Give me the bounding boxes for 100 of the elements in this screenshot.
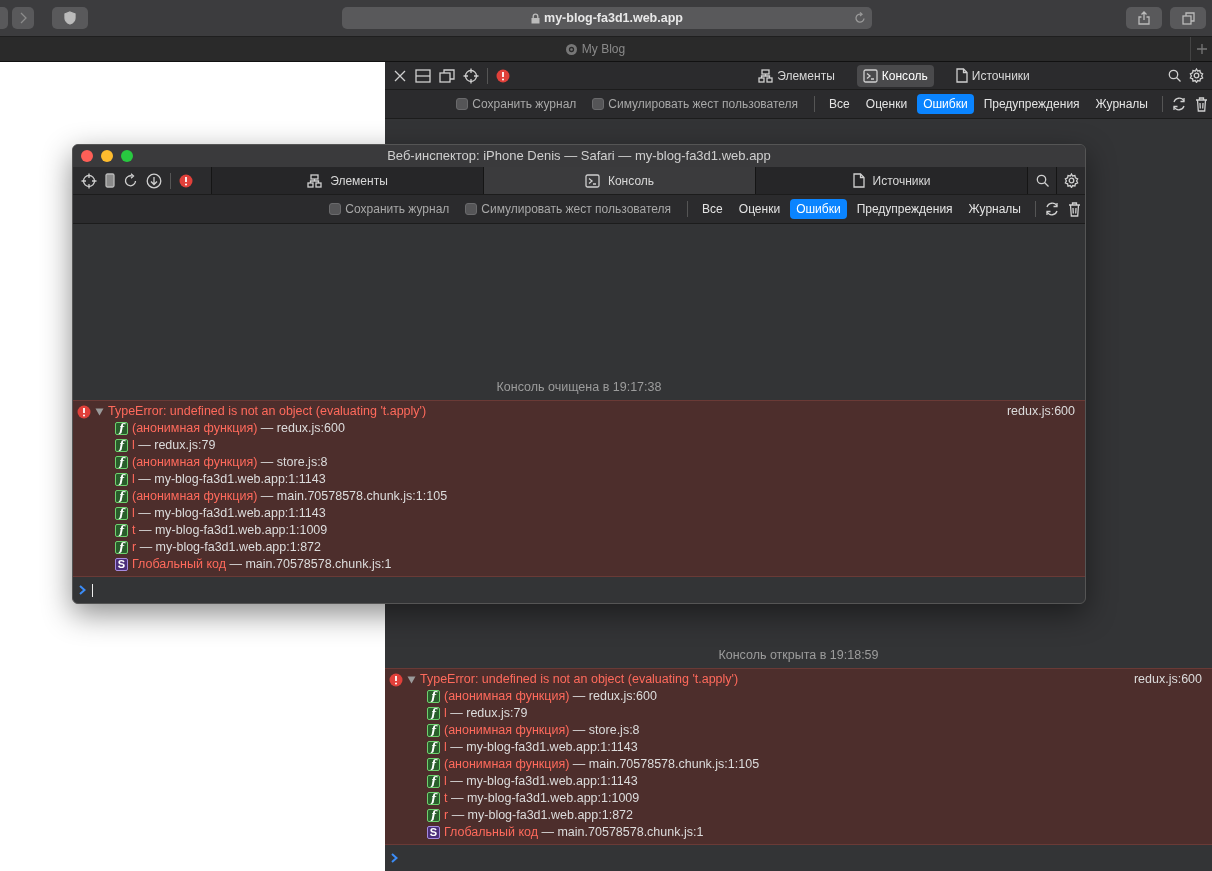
error-text: TypeError: undefined is not an object (evaluating 't.apply') [420, 671, 740, 689]
zoom-window-button[interactable] [121, 150, 133, 162]
plus-icon [1196, 44, 1207, 54]
crosshair-icon[interactable] [81, 172, 97, 189]
error-icon [389, 672, 403, 687]
refresh-icon[interactable] [1044, 201, 1060, 217]
crosshair-icon[interactable] [463, 67, 479, 84]
phone-icon[interactable] [105, 173, 115, 188]
window-title: Веб-инспектор: iPhone Denis — Safari — my-blog-fa3d1.web.app [387, 147, 771, 166]
frame-type-badge: f [115, 422, 128, 435]
stack-frame[interactable]: (анонимная функция) — store.js:8 [132, 453, 328, 472]
error-icon[interactable] [496, 68, 510, 83]
inspector-tab[interactable]: Элементы [211, 167, 483, 194]
search-icon[interactable] [1168, 69, 1181, 82]
frame-type-badge: f [115, 490, 128, 503]
stack-frame[interactable]: t — my-blog-fa3d1.web.app:1:1009 [444, 789, 640, 808]
inspector-tab[interactable]: Источники [949, 64, 1036, 87]
checkbox[interactable] [329, 203, 342, 215]
frame-type-badge: f [115, 439, 128, 452]
stack-frame[interactable]: (анонимная функция) — redux.js:600 [132, 419, 345, 438]
trash-icon[interactable] [1068, 201, 1081, 217]
tree-icon [758, 68, 774, 83]
stack-frame[interactable]: l — my-blog-fa3d1.web.app:1:1143 [444, 738, 638, 757]
stack-frame[interactable]: (анонимная функция) — main.70578578.chunk.js:1:105 [444, 755, 760, 774]
filter-button[interactable]: Оценки [859, 94, 914, 114]
frame-type-badge: S [115, 558, 128, 571]
dock-bottom-icon[interactable] [415, 68, 431, 83]
checkbox[interactable] [592, 98, 605, 110]
prompt-chevron-icon [391, 853, 398, 863]
share-button[interactable] [1126, 7, 1162, 29]
error-text: TypeError: undefined is not an object (evaluating 't.apply') [108, 403, 428, 421]
filter-button[interactable]: Все [823, 94, 856, 114]
stack-frame[interactable]: Глобальный код — main.70578578.chunk.js:1 [444, 823, 704, 842]
sidebar-button[interactable] [52, 7, 88, 29]
inspector-tab[interactable]: Источники [755, 167, 1027, 194]
disclosure-toggle[interactable] [95, 407, 104, 416]
disclosure-toggle[interactable] [407, 675, 416, 684]
stack-frame[interactable]: (анонимная функция) — main.70578578.chunk.js:1:105 [132, 487, 448, 506]
close-window-button[interactable] [81, 150, 93, 162]
console-notice: Консоль очищена в 19:17:38 [495, 379, 663, 397]
stack-frame[interactable]: l — my-blog-fa3d1.web.app:1:1143 [444, 772, 638, 791]
frame-type-badge: f [427, 724, 440, 737]
frame-type-badge: f [427, 741, 440, 754]
frame-type-badge: f [115, 473, 128, 486]
tabs-overview-button[interactable] [1170, 7, 1206, 29]
inspector-tab[interactable]: Консоль [856, 64, 934, 87]
download-icon[interactable] [146, 172, 162, 189]
stack-frame[interactable]: l — my-blog-fa3d1.web.app:1:1143 [132, 470, 326, 489]
frame-type-badge: f [115, 541, 128, 554]
inspector-tab[interactable]: Элементы [752, 64, 841, 87]
stack-frame[interactable]: l — redux.js:79 [132, 436, 216, 455]
filter-button[interactable]: Оценки [732, 199, 787, 219]
frame-type-badge: f [115, 524, 128, 537]
source-link[interactable]: redux.js:600 [1133, 670, 1202, 689]
checkbox-label: Сохранить журнал [345, 201, 450, 218]
error-icon[interactable] [179, 173, 193, 188]
stack-frame[interactable]: t — my-blog-fa3d1.web.app:1:1009 [132, 521, 328, 540]
filter-button[interactable]: Журналы [962, 199, 1027, 219]
search-icon[interactable] [1035, 174, 1049, 187]
text-cursor [92, 583, 93, 597]
frame-type-badge: f [427, 775, 440, 788]
shield-icon [64, 11, 76, 25]
trash-icon[interactable] [1195, 96, 1208, 112]
document-icon [852, 173, 865, 188]
address-bar[interactable]: my-blog-fa3d1.web.app [342, 7, 872, 29]
filter-button[interactable]: Ошибки [790, 199, 847, 219]
minimize-window-button[interactable] [101, 150, 113, 162]
source-link[interactable]: redux.js:600 [1006, 402, 1075, 421]
settings-icon[interactable] [1063, 173, 1079, 188]
console-notice: Консоль открыта в 19:18:59 [717, 647, 880, 665]
terminal-icon [862, 68, 878, 83]
frame-type-badge: f [427, 707, 440, 720]
stack-frame[interactable]: (анонимная функция) — store.js:8 [444, 721, 640, 740]
checkbox[interactable] [465, 203, 478, 215]
stack-frame[interactable]: r — my-blog-fa3d1.web.app:1:872 [444, 806, 633, 825]
inspector-tab[interactable]: Консоль [483, 167, 755, 194]
stack-frame[interactable]: r — my-blog-fa3d1.web.app:1:872 [132, 538, 321, 557]
close-icon[interactable] [393, 68, 407, 83]
filter-button[interactable]: Предупреждения [977, 94, 1086, 114]
settings-icon[interactable] [1189, 68, 1204, 83]
triangle-down-icon [95, 407, 104, 416]
filter-button[interactable]: Журналы [1089, 94, 1154, 114]
stack-frame[interactable]: Глобальный код — main.70578578.chunk.js:1 [132, 555, 392, 574]
chevron-right-icon [19, 12, 27, 24]
lock-icon [531, 12, 541, 24]
filter-button[interactable]: Все [696, 199, 729, 219]
frame-type-badge: f [115, 507, 128, 520]
windows-icon[interactable] [439, 68, 455, 83]
forward-button[interactable] [12, 7, 34, 29]
stack-frame[interactable]: l — my-blog-fa3d1.web.app:1:1143 [132, 504, 326, 523]
terminal-icon [584, 173, 600, 188]
stack-frame[interactable]: (анонимная функция) — redux.js:600 [444, 687, 657, 706]
refresh-icon[interactable] [1171, 96, 1187, 112]
share-icon [1138, 11, 1150, 25]
stack-frame[interactable]: l — redux.js:79 [444, 704, 528, 723]
reload-icon[interactable] [123, 173, 138, 188]
filter-button[interactable]: Ошибки [917, 94, 974, 114]
checkbox[interactable] [456, 98, 469, 110]
filter-button[interactable]: Предупреждения [850, 199, 959, 219]
document-icon [955, 68, 968, 83]
